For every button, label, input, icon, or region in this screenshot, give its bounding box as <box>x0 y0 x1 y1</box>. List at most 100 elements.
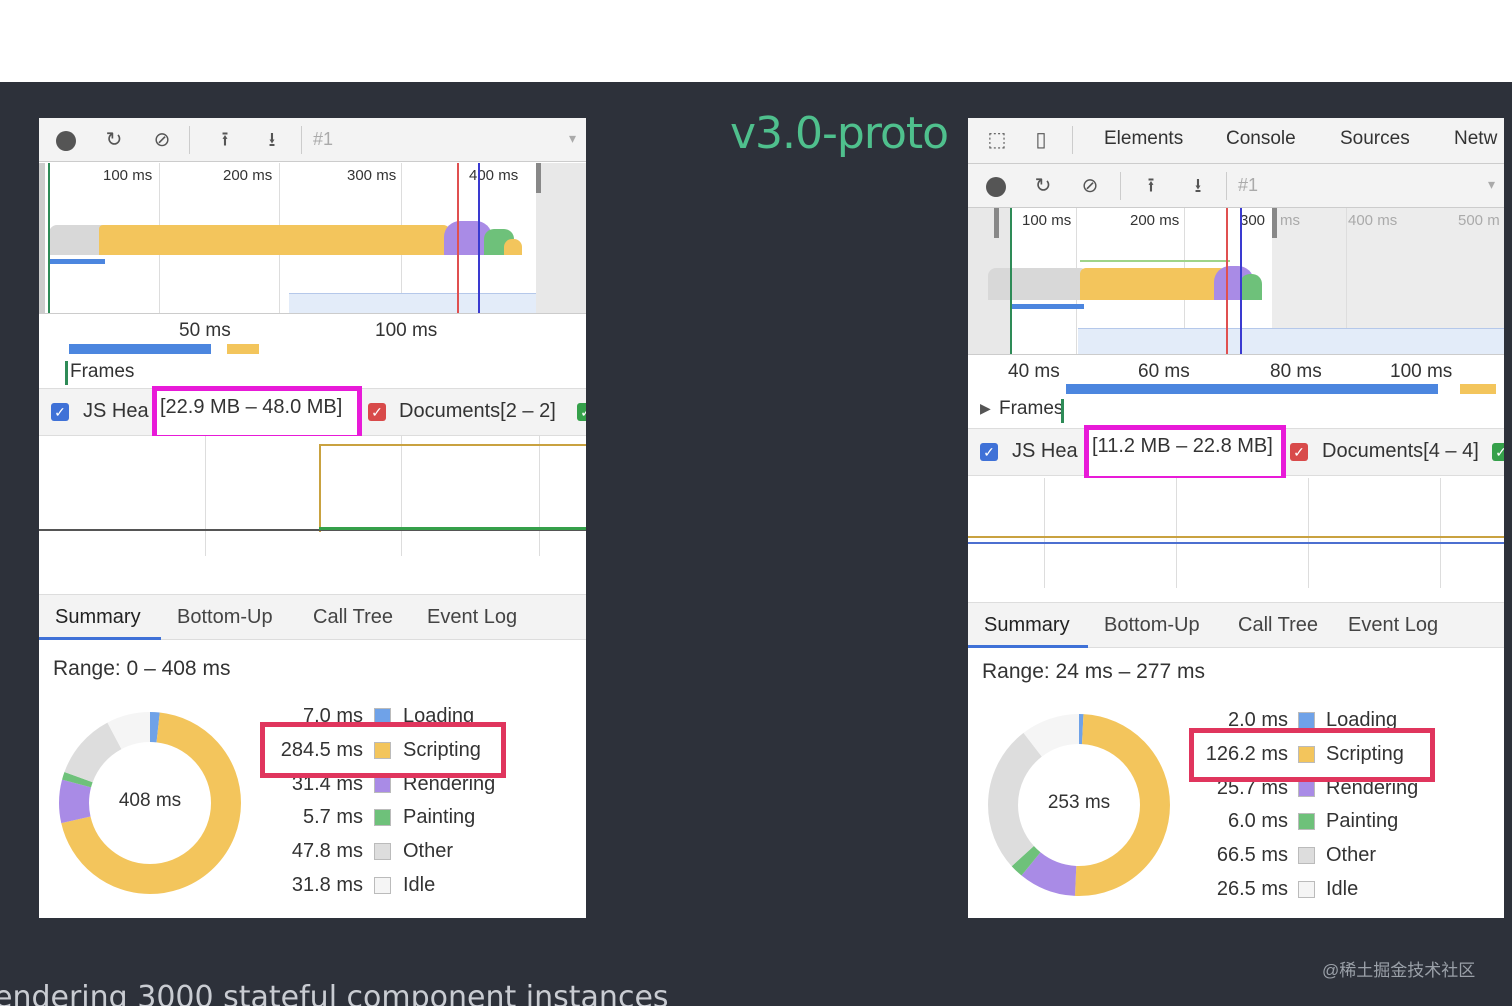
load-marker <box>457 163 459 313</box>
selection-shade-right <box>536 163 586 313</box>
dom-content-loaded-marker <box>1010 208 1012 354</box>
toolbar-divider <box>1226 172 1227 200</box>
documents-checkbox[interactable]: ✓ <box>368 403 386 421</box>
js-heap-checkbox[interactable]: ✓ <box>51 403 69 421</box>
category-swatch <box>1298 881 1315 898</box>
tab-call-tree[interactable]: Call Tree <box>1238 614 1318 637</box>
tab-event-log[interactable]: Event Log <box>1348 614 1438 637</box>
tab-bottom-up[interactable]: Bottom-Up <box>1104 614 1200 637</box>
upload-icon[interactable]: ⭱ <box>1140 175 1162 197</box>
category-name: Painting <box>1326 810 1399 833</box>
watermark: @稀土掘金技术社区 <box>1322 961 1476 980</box>
tab-call-tree[interactable]: Call Tree <box>313 606 393 629</box>
network-bar <box>1460 384 1496 394</box>
ruler-tick: 100 ms <box>375 320 438 341</box>
tab-elements[interactable]: Elements <box>1104 128 1183 150</box>
upload-icon[interactable]: ⭱ <box>214 129 236 151</box>
nodes-checkbox[interactable]: ✓ <box>577 403 586 421</box>
category-row: 31.8 ms Idle <box>39 871 559 899</box>
tab-bottom-up[interactable]: Bottom-Up <box>177 606 273 629</box>
memory-chart <box>39 436 586 556</box>
heap-area <box>1078 328 1504 354</box>
clear-icon[interactable]: ⊘ <box>151 129 173 151</box>
category-name: Idle <box>1326 878 1359 900</box>
frames-track-label[interactable]: Frames <box>999 398 1063 420</box>
triangle-right-icon[interactable]: ▶ <box>980 400 991 417</box>
download-icon[interactable]: ⭳ <box>261 129 283 151</box>
record-icon[interactable] <box>986 177 1006 197</box>
frames-marker <box>1061 399 1064 423</box>
selection-handle-right[interactable] <box>536 163 541 193</box>
chevron-down-icon[interactable]: ▾ <box>1488 176 1495 193</box>
devtools-tabbar: ⬚ ▯ Elements Console Sources Netw <box>968 118 1504 164</box>
selection-handle-right[interactable] <box>1272 208 1277 238</box>
toolbar-divider <box>189 126 190 154</box>
category-row: 47.8 ms Other <box>39 837 559 865</box>
other-activity <box>988 268 1088 300</box>
overview-tick: 500 m <box>1458 212 1500 229</box>
inspect-icon[interactable]: ⬚ <box>986 129 1008 151</box>
scripting-activity <box>504 239 522 255</box>
toolbar-divider <box>1120 172 1121 200</box>
reload-icon[interactable]: ↻ <box>1032 175 1054 197</box>
category-swatch <box>1298 712 1315 729</box>
device-icon[interactable]: ▯ <box>1030 129 1052 151</box>
record-icon[interactable] <box>56 131 76 151</box>
timeline-overview[interactable]: 100 ms 200 ms 300 ms 400 ms 500 m <box>968 208 1504 354</box>
documents-step <box>319 444 321 532</box>
devtools-panel-left: ↻ ⊘ ⭱ ⭳ #1 ▾ 100 ms 200 ms 300 ms 400 ms <box>39 118 586 918</box>
grid-line <box>1308 478 1309 588</box>
selection-handle-left[interactable] <box>994 208 999 238</box>
overview-tick: ms <box>1280 212 1300 229</box>
ruler-tick: 40 ms <box>1008 361 1060 382</box>
tab-sources[interactable]: Sources <box>1340 128 1410 150</box>
performance-toolbar: ↻ ⊘ ⭱ ⭳ #1 ▾ <box>968 164 1504 208</box>
tab-network[interactable]: Netw <box>1454 128 1497 150</box>
profile-select[interactable]: #1 <box>1238 175 1258 196</box>
js-heap-range-highlight: [22.9 MB – 48.0 MB] <box>152 386 362 440</box>
js-heap-checkbox[interactable]: ✓ <box>980 443 998 461</box>
active-tab-indicator <box>39 637 161 640</box>
clear-icon[interactable]: ⊘ <box>1079 175 1101 197</box>
tab-summary[interactable]: Summary <box>55 606 141 629</box>
documents-checkbox[interactable]: ✓ <box>1290 443 1308 461</box>
grid-line <box>1440 478 1441 588</box>
overview-tick: 200 ms <box>1130 212 1180 229</box>
grid-line <box>401 436 402 556</box>
memory-legend: ✓ JS Hea [22.9 MB – 48.0 MB] ✓ Documents… <box>39 386 586 440</box>
reload-icon[interactable]: ↻ <box>103 129 125 151</box>
chevron-down-icon[interactable]: ▾ <box>569 130 576 147</box>
network-bar <box>1066 384 1438 394</box>
js-heap-line <box>968 542 1504 544</box>
grid-line <box>205 436 206 556</box>
toolbar-divider <box>1072 126 1073 154</box>
memory-chart <box>968 478 1504 588</box>
frames-track-label[interactable]: Frames <box>70 361 134 383</box>
range-label: Range: 0 – 408 ms <box>53 657 231 680</box>
ruler-tick: 80 ms <box>1270 361 1322 382</box>
category-swatch <box>1298 779 1315 797</box>
tab-console[interactable]: Console <box>1226 128 1296 150</box>
overview-tick: 400 ms <box>469 167 519 184</box>
tab-event-log[interactable]: Event Log <box>427 606 517 629</box>
timeline-overview[interactable]: 100 ms 200 ms 300 ms 400 ms <box>39 163 586 313</box>
js-heap-label: JS Hea <box>1012 440 1078 462</box>
download-icon[interactable]: ⭳ <box>1187 175 1209 197</box>
selection-handle-left[interactable] <box>39 163 45 313</box>
details-tabs: Summary Bottom-Up Call Tree Event Log <box>39 594 586 640</box>
category-value: 47.8 ms <box>291 840 363 863</box>
tab-summary[interactable]: Summary <box>984 614 1070 637</box>
frames-marker <box>65 361 68 385</box>
overview-tick: 100 ms <box>103 167 153 184</box>
category-name: Idle <box>403 874 436 896</box>
category-swatch <box>374 877 391 894</box>
ruler-tick: 60 ms <box>1138 361 1190 382</box>
network-bar <box>227 344 259 354</box>
first-paint-marker <box>1240 208 1242 354</box>
category-swatch <box>1298 813 1315 831</box>
profile-select[interactable]: #1 <box>313 129 333 150</box>
network-activity <box>1010 304 1084 309</box>
nodes-checkbox[interactable]: ✓ <box>1492 443 1504 461</box>
heap-area <box>289 293 536 313</box>
category-row: 66.5 ms Other <box>968 841 1488 869</box>
